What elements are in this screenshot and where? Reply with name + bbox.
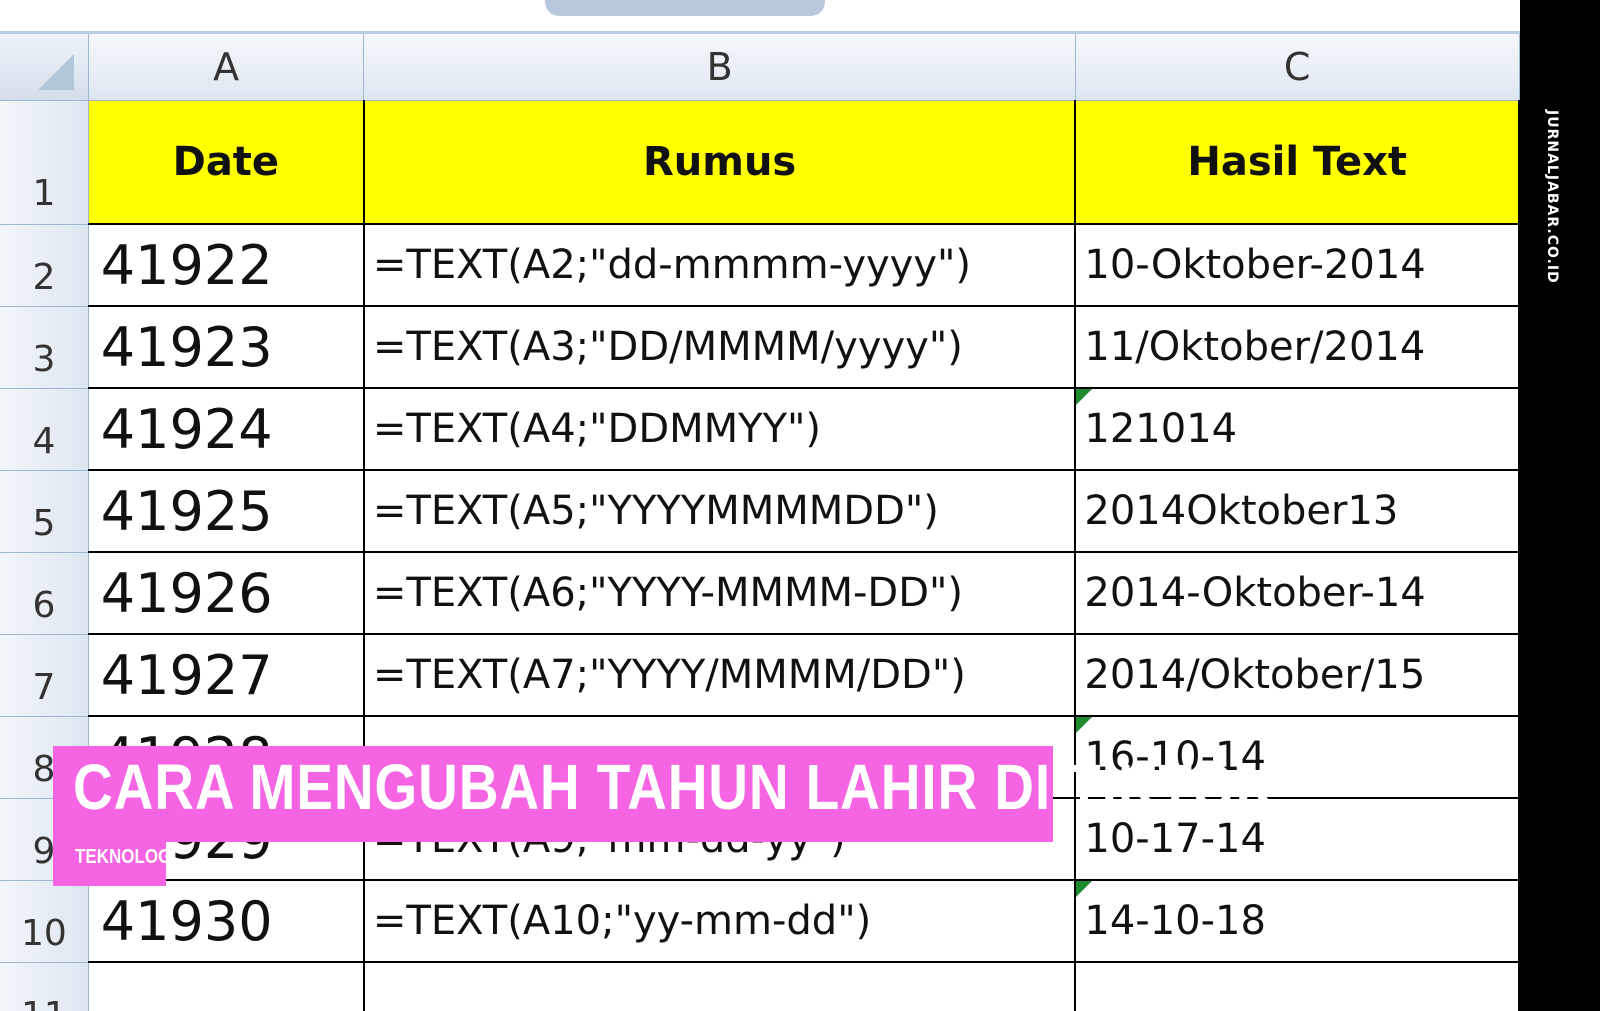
result-cell[interactable] — [1075, 962, 1520, 1011]
date-cell[interactable]: 41923 — [88, 306, 365, 389]
category-label: TEKNOLOGI — [75, 846, 177, 868]
table-row: 3 41923 =TEXT(A3;"DD/MMMM/yyyy") 11/Okto… — [0, 306, 1520, 389]
ribbon-edge — [0, 0, 1520, 34]
formula-cell[interactable]: =TEXT(A6;"YYYY-MMMM-DD") — [363, 552, 1077, 635]
row-header[interactable]: 10 — [0, 880, 89, 963]
date-cell[interactable]: 41925 — [88, 470, 365, 553]
row-header[interactable]: 6 — [0, 552, 89, 635]
header-cell-rumus[interactable]: Rumus — [363, 100, 1077, 225]
table-row: 10 41930 =TEXT(A10;"yy-mm-dd") 14-10-18 — [0, 880, 1520, 963]
table-row: 6 41926 =TEXT(A6;"YYYY-MMMM-DD") 2014-Ok… — [0, 552, 1520, 635]
formula-cell[interactable]: =TEXT(A10;"yy-mm-dd") — [363, 880, 1077, 963]
table-row: 11 — [0, 962, 1520, 1011]
table-row: 5 41925 =TEXT(A5;"YYYYMMMMDD") 2014Oktob… — [0, 470, 1520, 553]
spreadsheet-grid: A B C 1 Date Rumus Hasil Text 2 41922 =T… — [0, 34, 1520, 1011]
cell-table: A B C 1 Date Rumus Hasil Text 2 41922 =T… — [0, 34, 1520, 1011]
result-cell[interactable]: 14-10-18 — [1075, 880, 1520, 963]
formula-cell[interactable]: =TEXT(A3;"DD/MMMM/yyyy") — [363, 306, 1077, 389]
result-cell[interactable]: 10-Oktober-2014 — [1075, 224, 1520, 307]
row-header[interactable]: 5 — [0, 470, 89, 553]
header-cell-date[interactable]: Date — [88, 100, 365, 225]
row-header[interactable]: 1 — [0, 100, 89, 225]
site-watermark: JURNALJABAR.CO.ID — [1544, 110, 1560, 284]
formula-cell[interactable]: =TEXT(A2;"dd-mmmm-yyyy") — [363, 224, 1077, 307]
row-header[interactable]: 2 — [0, 224, 89, 307]
date-cell[interactable]: 41922 — [88, 224, 365, 307]
date-cell[interactable]: 41930 — [88, 880, 365, 963]
column-header-b[interactable]: B — [363, 34, 1076, 101]
table-row: 1 Date Rumus Hasil Text — [0, 100, 1520, 225]
select-all-corner[interactable] — [0, 34, 89, 101]
date-cell[interactable]: 41927 — [88, 634, 365, 717]
category-badge[interactable]: TEKNOLOGI — [53, 828, 176, 886]
column-header-row: A B C — [0, 34, 1520, 101]
result-cell[interactable]: 11/Oktober/2014 — [1075, 306, 1520, 389]
column-header-a[interactable]: A — [88, 34, 365, 101]
column-header-c[interactable]: C — [1075, 34, 1520, 101]
date-cell[interactable] — [88, 962, 365, 1011]
select-all-triangle-icon — [37, 54, 74, 90]
table-row: 2 41922 =TEXT(A2;"dd-mmmm-yyyy") 10-Okto… — [0, 224, 1520, 307]
result-cell[interactable]: 121014 — [1075, 388, 1520, 471]
formula-cell[interactable]: =TEXT(A7;"YYYY/MMMM/DD") — [363, 634, 1077, 717]
formula-cell[interactable]: =TEXT(A4;"DDMMYY") — [363, 388, 1077, 471]
sheet-scroll-tab[interactable] — [545, 0, 825, 16]
result-cell[interactable]: 2014Oktober13 — [1075, 470, 1520, 553]
header-cell-hasil-text[interactable]: Hasil Text — [1075, 100, 1520, 225]
result-cell[interactable]: 2014/Oktober/15 — [1075, 634, 1520, 717]
formula-cell[interactable] — [363, 962, 1077, 1011]
date-cell[interactable]: 41926 — [88, 552, 365, 635]
result-cell[interactable]: 2014-Oktober-14 — [1075, 552, 1520, 635]
row-header[interactable]: 7 — [0, 634, 89, 717]
date-cell[interactable]: 41924 — [88, 388, 365, 471]
article-title-banner: CARA MENGUBAH TAHUN LAHIR DI TIKTOK — [53, 746, 1275, 842]
watermark-sidebar: JURNALJABAR.CO.ID — [1520, 0, 1600, 1011]
table-row: 4 41924 =TEXT(A4;"DDMMYY") 121014 — [0, 388, 1520, 471]
row-header[interactable]: 3 — [0, 306, 89, 389]
row-header[interactable]: 11 — [0, 962, 89, 1011]
formula-cell[interactable]: =TEXT(A5;"YYYYMMMMDD") — [363, 470, 1077, 553]
article-title: CARA MENGUBAH TAHUN LAHIR DI TIKTOK — [73, 751, 1277, 823]
table-row: 7 41927 =TEXT(A7;"YYYY/MMMM/DD") 2014/Ok… — [0, 634, 1520, 717]
row-header[interactable]: 4 — [0, 388, 89, 471]
